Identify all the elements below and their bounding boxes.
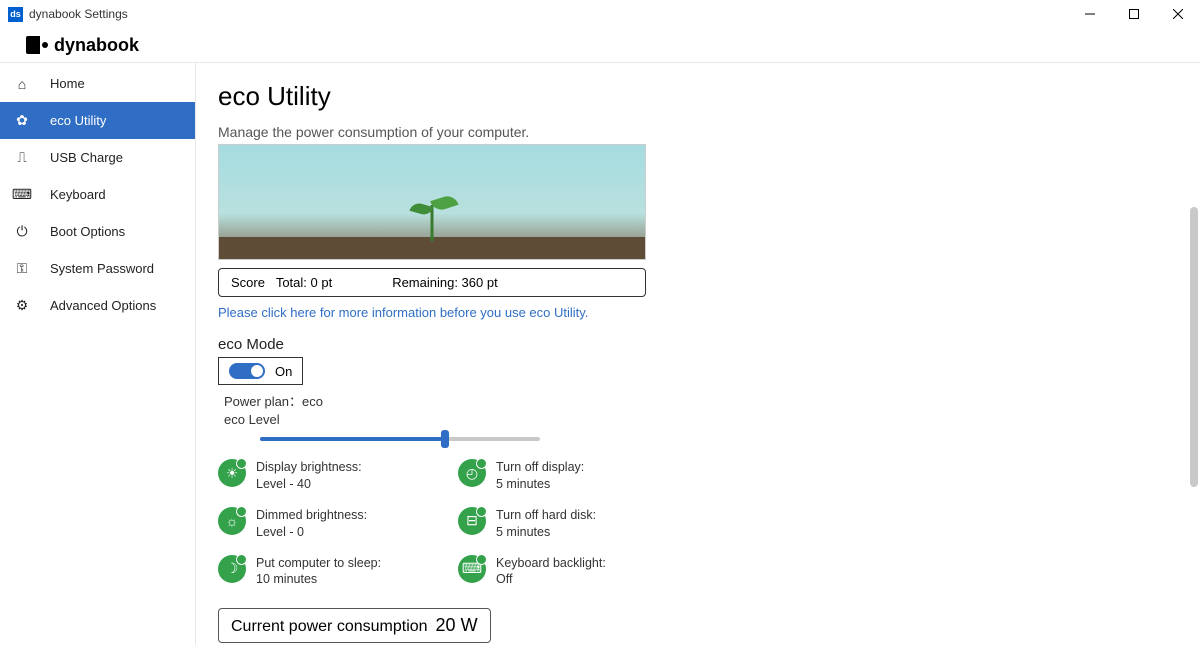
window-title: dynabook Settings: [29, 7, 128, 21]
sidebar-item-keyboard[interactable]: ⌨ Keyboard: [0, 176, 195, 213]
maximize-icon: [1129, 9, 1139, 19]
app-icon: ds: [8, 7, 23, 22]
sidebar-item-label: System Password: [50, 261, 154, 276]
backlight-icon: ⌨: [458, 555, 486, 583]
brand-logo-icon: [26, 36, 52, 54]
dim-icon: ☼: [218, 507, 246, 535]
setting-dimmed-brightness[interactable]: ☼ Dimmed brightness:Level - 0: [218, 507, 458, 541]
eco-settings-grid: ☀ Display brightness:Level - 40 ◴ Turn o…: [218, 459, 1170, 602]
minimize-button[interactable]: [1068, 0, 1112, 28]
sidebar-item-boot-options[interactable]: ⏻ Boot Options: [0, 213, 195, 250]
score-label: Score: [231, 275, 265, 290]
current-power-box[interactable]: Current power consumption 20 W: [218, 608, 491, 643]
sidebar-item-label: Boot Options: [50, 224, 125, 239]
close-icon: [1173, 9, 1183, 19]
sidebar-item-label: USB Charge: [50, 150, 123, 165]
home-icon: ⌂: [14, 76, 30, 92]
brand-header: dynabook: [0, 28, 1200, 62]
maximize-button[interactable]: [1112, 0, 1156, 28]
power-plan-line: Power plan：eco: [218, 391, 1170, 410]
sidebar-item-label: Keyboard: [50, 187, 106, 202]
page-title: eco Utility: [218, 81, 1170, 112]
eco-mode-heading: eco Mode: [218, 336, 1170, 353]
power-value: 20 W: [436, 615, 478, 636]
sidebar-item-label: eco Utility: [50, 113, 106, 128]
eco-mode-toggle-row: On: [218, 357, 303, 385]
hdd-icon: ⊟: [458, 507, 486, 535]
eco-level-slider[interactable]: [260, 437, 540, 441]
key-icon: ⚿: [14, 261, 30, 277]
titlebar: ds dynabook Settings: [0, 0, 1200, 28]
sidebar-item-label: Advanced Options: [50, 298, 156, 313]
sidebar-item-advanced-options[interactable]: ⚙ Advanced Options: [0, 287, 195, 324]
score-total: Total: 0 pt: [276, 275, 332, 290]
brand-text: dynabook: [54, 35, 139, 56]
eco-level-line: eco Level: [218, 412, 1170, 427]
power-label: Current power consumption: [231, 618, 428, 636]
page-description: Manage the power consumption of your com…: [218, 124, 1170, 140]
info-link[interactable]: Please click here for more information b…: [218, 305, 1170, 320]
sidebar-item-home[interactable]: ⌂ Home: [0, 65, 195, 102]
keyboard-icon: ⌨: [14, 187, 30, 203]
toggle-state-label: On: [275, 364, 292, 379]
sleep-icon: ☽: [218, 555, 246, 583]
power-icon: ⏻: [14, 224, 30, 240]
score-remaining: Remaining: 360 pt: [392, 275, 498, 290]
eco-icon: ✿: [14, 113, 30, 129]
content: eco Utility Manage the power consumption…: [196, 63, 1200, 645]
sidebar-item-label: Home: [50, 76, 85, 91]
content-scrollbar[interactable]: [1190, 207, 1198, 487]
sidebar-item-eco-utility[interactable]: ✿ eco Utility: [0, 102, 195, 139]
sidebar-item-system-password[interactable]: ⚿ System Password: [0, 250, 195, 287]
sidebar: ⌂ Home ✿ eco Utility ⎍ USB Charge ⌨ Keyb…: [0, 63, 196, 645]
eco-mode-toggle[interactable]: [229, 363, 265, 379]
sidebar-item-usb-charge[interactable]: ⎍ USB Charge: [0, 139, 195, 176]
setting-turn-off-display[interactable]: ◴ Turn off display:5 minutes: [458, 459, 698, 493]
minimize-icon: [1085, 9, 1095, 19]
display-off-icon: ◴: [458, 459, 486, 487]
gear-icon: ⚙: [14, 298, 30, 314]
setting-display-brightness[interactable]: ☀ Display brightness:Level - 40: [218, 459, 458, 493]
usb-icon: ⎍: [14, 150, 30, 166]
setting-keyboard-backlight[interactable]: ⌨ Keyboard backlight:Off: [458, 555, 698, 589]
slider-thumb[interactable]: [441, 430, 449, 448]
setting-put-computer-to-sleep[interactable]: ☽ Put computer to sleep:10 minutes: [218, 555, 458, 589]
setting-turn-off-hard-disk[interactable]: ⊟ Turn off hard disk:5 minutes: [458, 507, 698, 541]
brightness-icon: ☀: [218, 459, 246, 487]
score-box[interactable]: Score Total: 0 pt Remaining: 360 pt: [218, 268, 646, 297]
close-button[interactable]: [1156, 0, 1200, 28]
eco-illustration: [218, 144, 646, 260]
